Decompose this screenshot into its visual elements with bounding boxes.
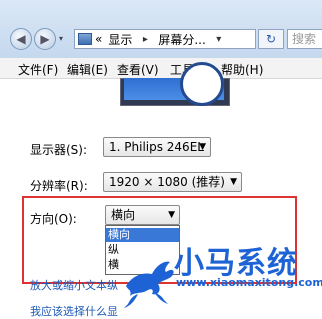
watermark-url: www.xiaomaxitong.com [176,276,322,289]
display-label: 显示器(S): [30,143,88,157]
chevron-down-icon[interactable]: ▾ [209,34,229,45]
chevron-right-icon[interactable]: ▸ [135,34,155,45]
menu-edit[interactable]: 编辑(E) [67,61,108,78]
display-select[interactable]: 1. Philips 246EL ▼ [103,137,211,157]
orientation-label: 方向(O): [30,212,77,226]
orientation-select-value: 横向 [111,208,136,222]
refresh-icon: ↻ [265,32,277,46]
search-input[interactable]: 搜索 [287,29,322,49]
display-select-value: 1. Philips 246EL [109,140,204,154]
resolution-label: 分辨率(R): [30,179,88,193]
monitor-number-badge [180,62,224,106]
resolution-select-value: 1920 × 1080 (推荐) [109,175,225,189]
address-overflow[interactable]: « [92,32,105,46]
enlarge-text-link-tail: 纵 [107,279,118,292]
menu-help[interactable]: 帮助(H) [221,61,263,78]
address-bar[interactable]: « 显示 ▸ 屏幕分... ▾ [74,29,256,49]
enlarge-text-link-label: 放大或缩小文本 [30,279,107,292]
resolution-select[interactable]: 1920 × 1080 (推荐) ▼ [103,172,242,192]
refresh-button[interactable]: ↻ [258,29,284,49]
menu-view[interactable]: 查看(V) [117,61,159,78]
address-segment-display[interactable]: 显示 [105,31,135,48]
enlarge-text-link[interactable]: 放大或缩小文本纵 [30,277,118,293]
horse-icon [124,261,174,308]
orientation-select[interactable]: 横向 ▼ [105,205,180,225]
dropdown-arrow-icon: ▼ [199,142,206,152]
back-button[interactable]: ◀ [10,28,32,50]
menu-file[interactable]: 文件(F) [18,61,58,78]
forward-button[interactable]: ▶ [34,28,56,50]
dropdown-arrow-icon: ▼ [230,177,237,187]
control-panel-icon [78,33,92,45]
recent-pages-dropdown[interactable]: ▾ [59,34,68,43]
dropdown-arrow-icon: ▼ [168,210,175,220]
address-segment-resolution[interactable]: 屏幕分... [155,31,208,48]
which-display-settings-link[interactable]: 我应该选择什么显 [30,303,118,319]
